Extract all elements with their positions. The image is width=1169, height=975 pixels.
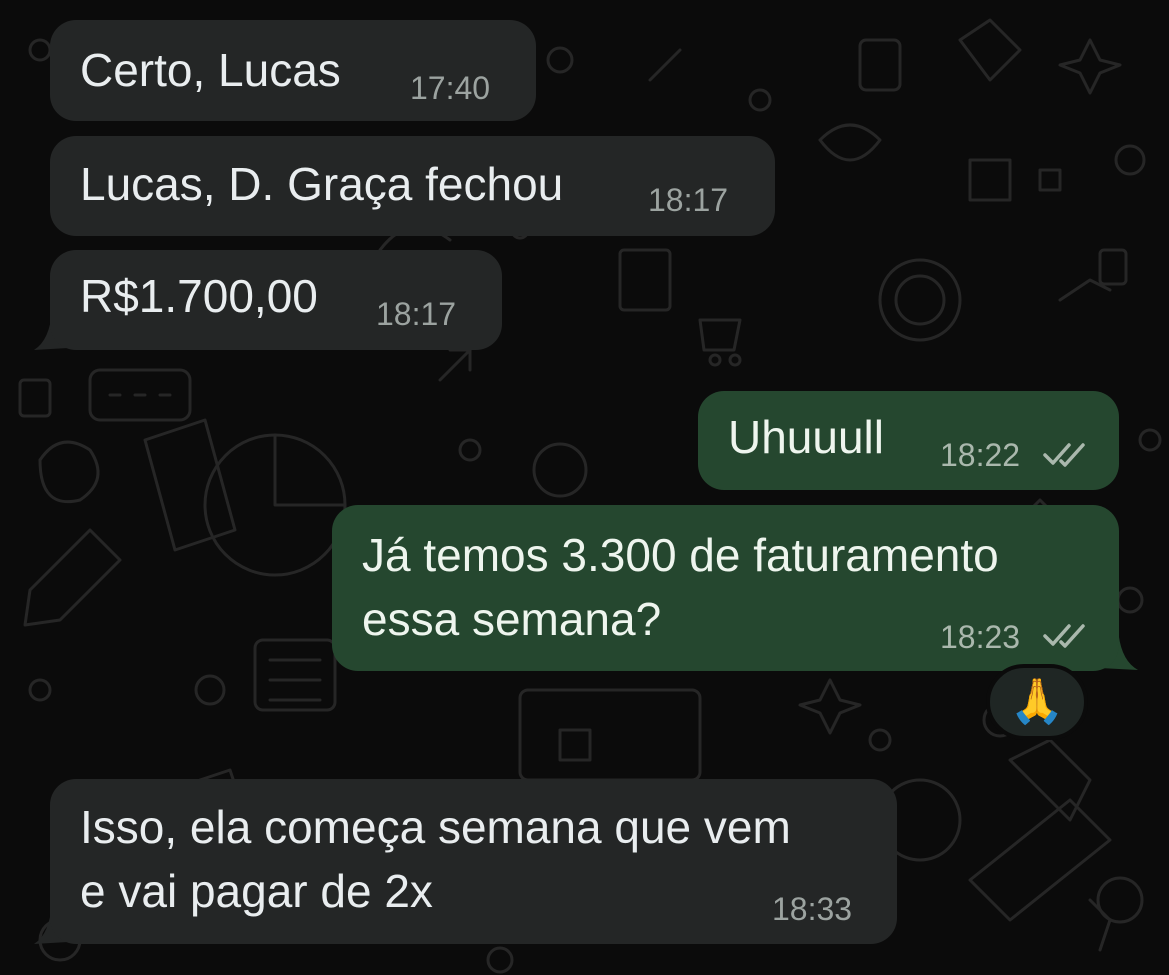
message-text: Já temos 3.300 de faturamento essa seman…	[362, 529, 999, 645]
message-bubble-incoming[interactable]: Certo, Lucas 17:40	[50, 20, 536, 121]
message-bubble-outgoing[interactable]: Uhuuull 18:22	[698, 391, 1119, 490]
message-text: Uhuuull	[728, 411, 884, 463]
message-timestamp: 18:17	[648, 182, 729, 218]
double-check-icon	[1043, 443, 1085, 467]
message-timestamp: 18:33	[772, 891, 853, 927]
message-bubble-incoming[interactable]: R$1.700,00 18:17	[50, 250, 502, 350]
message-bubble-incoming[interactable]: Isso, ela começa semana que vem e vai pa…	[50, 779, 897, 944]
message-text: Certo, Lucas	[80, 44, 341, 96]
message-timestamp: 18:22	[940, 437, 1021, 473]
chat-thread: Certo, Lucas 17:40 Lucas, D. Graça fecho…	[0, 0, 1169, 975]
message-bubble-outgoing[interactable]: Já temos 3.300 de faturamento essa seman…	[332, 505, 1119, 671]
message-text: Isso, ela começa semana que vem e vai pa…	[80, 801, 791, 917]
message-bubble-incoming[interactable]: Lucas, D. Graça fechou 18:17	[50, 136, 775, 236]
message-timestamp: 17:40	[410, 70, 491, 106]
message-timestamp: 18:17	[376, 296, 457, 332]
message-reaction[interactable]: 🙏	[986, 664, 1088, 740]
folded-hands-emoji: 🙏	[1009, 677, 1065, 726]
double-check-icon	[1043, 624, 1085, 648]
message-text: R$1.700,00	[80, 270, 318, 322]
message-timestamp: 18:23	[940, 619, 1021, 655]
message-text: Lucas, D. Graça fechou	[80, 158, 564, 210]
